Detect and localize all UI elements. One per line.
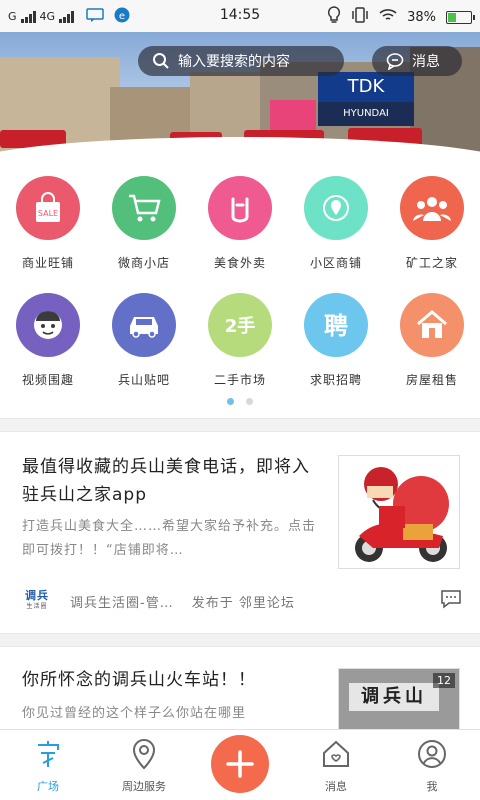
create-post-button[interactable] <box>211 735 269 793</box>
nav-plaza[interactable]: 广场 <box>0 738 96 794</box>
category-takeaway[interactable]: 美食外卖 <box>192 176 288 271</box>
map-pin-icon <box>96 738 192 770</box>
category-label: 视频围趣 <box>21 373 74 387</box>
shopping-cart-icon <box>112 176 176 240</box>
comment-icon[interactable] <box>440 589 462 613</box>
page-indicator <box>0 398 480 405</box>
category-house[interactable]: 房屋租售 <box>384 293 480 388</box>
plus-icon <box>226 750 254 778</box>
face-icon <box>16 293 80 357</box>
category-label: 兵山贴吧 <box>117 373 170 387</box>
article-source[interactable]: 调兵生活圈-管… <box>70 592 174 611</box>
location-pin-icon <box>304 176 368 240</box>
billboard-pink <box>270 100 316 130</box>
battery-icon <box>446 10 475 24</box>
recruit-icon: 聘 <box>304 293 368 357</box>
source-logo: 调兵 生活圈 <box>25 589 49 610</box>
category-second-hand[interactable]: 2手二手市场 <box>192 293 288 388</box>
category-label: 小区商铺 <box>309 256 362 270</box>
category-label: 商业旺铺 <box>21 256 74 270</box>
billboard-sub: HYUNDAI <box>318 102 414 126</box>
status-bar: G 4G e 14:55 38% <box>0 0 480 32</box>
takeaway-icon <box>208 176 272 240</box>
wifi-icon <box>379 8 397 26</box>
article-description: 你见过曾经的这个样子么你站在哪里 <box>22 706 247 721</box>
car-icon <box>112 293 176 357</box>
category-label: 美食外卖 <box>213 256 266 270</box>
people-icon <box>400 176 464 240</box>
vibrate-icon <box>351 6 369 28</box>
article-card[interactable]: 最值得收藏的兵山美食电话，即将入驻兵山之家app 打造兵山美食大全……希望大家给… <box>0 433 480 633</box>
user-icon <box>384 738 480 770</box>
article-thumbnail[interactable]: 调兵山 12 <box>338 668 460 729</box>
photo-count-badge: 12 <box>433 673 455 688</box>
nav-nearby-services[interactable]: 周边服务 <box>96 738 192 794</box>
section-divider <box>0 418 480 432</box>
svg-text:2手: 2手 <box>225 315 256 337</box>
search-input[interactable]: 输入要搜索的内容 <box>138 46 344 76</box>
page-dot <box>246 398 253 405</box>
category-recruit[interactable]: 聘求职招聘 <box>288 293 384 388</box>
chat-bubble-icon <box>386 53 404 70</box>
search-placeholder: 输入要搜索的内容 <box>178 54 290 70</box>
article-thumbnail[interactable] <box>338 455 460 569</box>
article-card[interactable]: 你所怀念的调兵山火车站！！ 你见过曾经的这个样子么你站在哪里 调兵山 12 <box>0 648 480 729</box>
station-sign: 调兵山 <box>349 683 439 711</box>
messages-button[interactable]: 消息 <box>372 46 462 76</box>
nav-messages[interactable]: 消息 <box>288 738 384 794</box>
category-label: 微商小店 <box>117 256 170 270</box>
billboard: TDK <box>318 72 414 102</box>
message-house-icon <box>288 738 384 770</box>
category-label: 二手市场 <box>213 373 266 387</box>
search-icon <box>153 53 169 69</box>
bulb-icon <box>327 6 341 28</box>
article-forum[interactable]: 发布于 邻里论坛 <box>192 592 295 611</box>
house-icon <box>400 293 464 357</box>
svg-text:SALE: SALE <box>38 209 58 218</box>
second-hand-icon: 2手 <box>208 293 272 357</box>
category-label: 求职招聘 <box>309 373 362 387</box>
category-face[interactable]: 视频围趣 <box>0 293 96 388</box>
article-title[interactable]: 最值得收藏的兵山美食电话，即将入驻兵山之家app <box>22 453 322 509</box>
battery-percent: 38% <box>407 9 436 25</box>
nav-me[interactable]: 我 <box>384 738 480 794</box>
page-dot-active <box>227 398 234 405</box>
svg-text:聘: 聘 <box>324 312 348 340</box>
category-people[interactable]: 矿工之家 <box>384 176 480 271</box>
article-title[interactable]: 你所怀念的调兵山火车站！！ <box>22 666 322 694</box>
sale-bag-icon: SALE <box>16 176 80 240</box>
section-divider <box>0 633 480 647</box>
category-location-pin[interactable]: 小区商铺 <box>288 176 384 271</box>
category-label: 房屋租售 <box>405 373 458 387</box>
category-car[interactable]: 兵山贴吧 <box>96 293 192 388</box>
category-sale-bag[interactable]: SALE 商业旺铺 <box>0 176 96 271</box>
article-description: 打造兵山美食大全……希望大家给予补充。点击即可拨打！！“店铺即将… <box>22 519 317 558</box>
messages-label: 消息 <box>412 54 440 70</box>
plaza-icon <box>0 738 96 770</box>
category-shopping-cart[interactable]: 微商小店 <box>96 176 192 271</box>
category-label: 矿工之家 <box>405 256 458 270</box>
